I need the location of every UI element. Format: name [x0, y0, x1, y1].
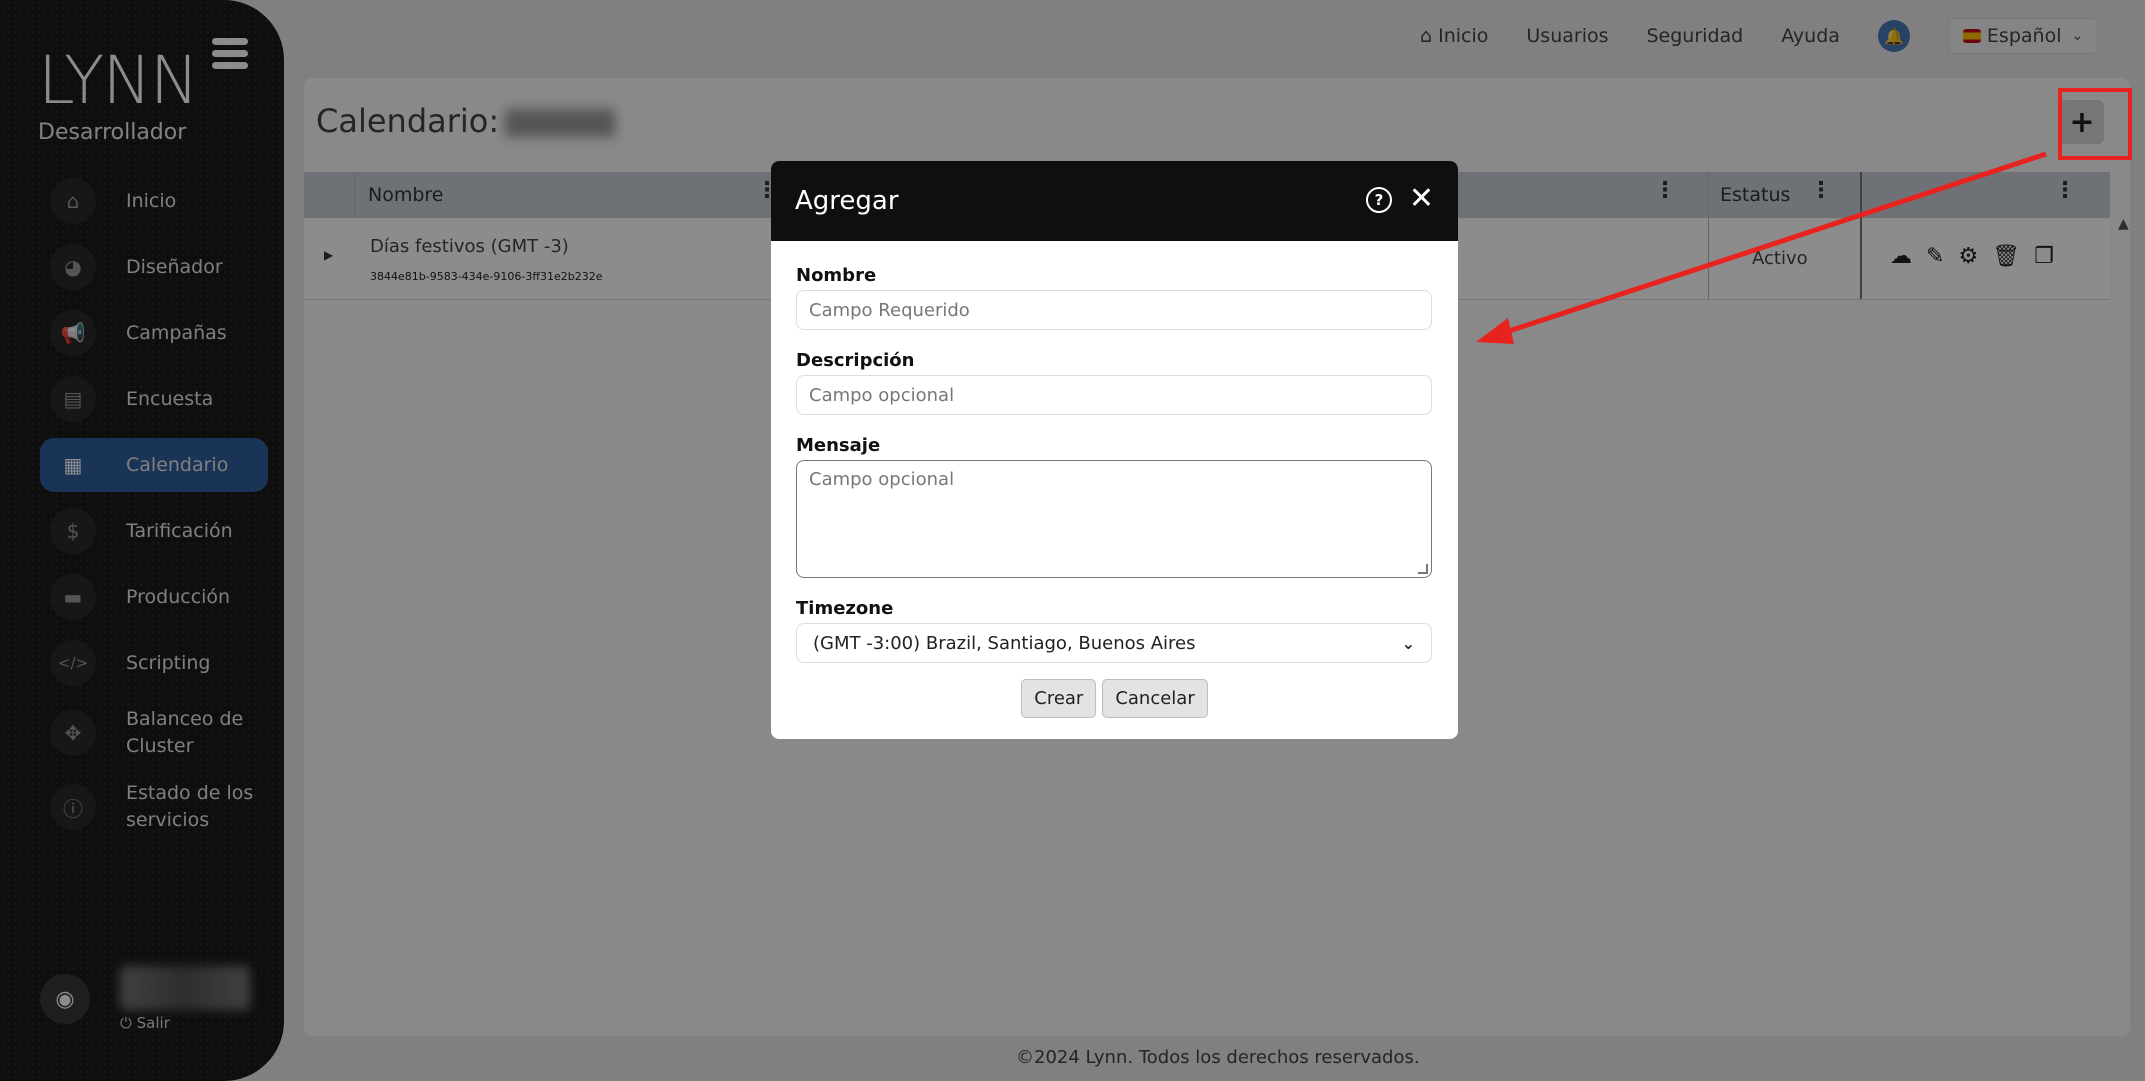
annotation-arrow	[1476, 151, 2047, 344]
annotation-highlight-box	[2058, 88, 2132, 160]
